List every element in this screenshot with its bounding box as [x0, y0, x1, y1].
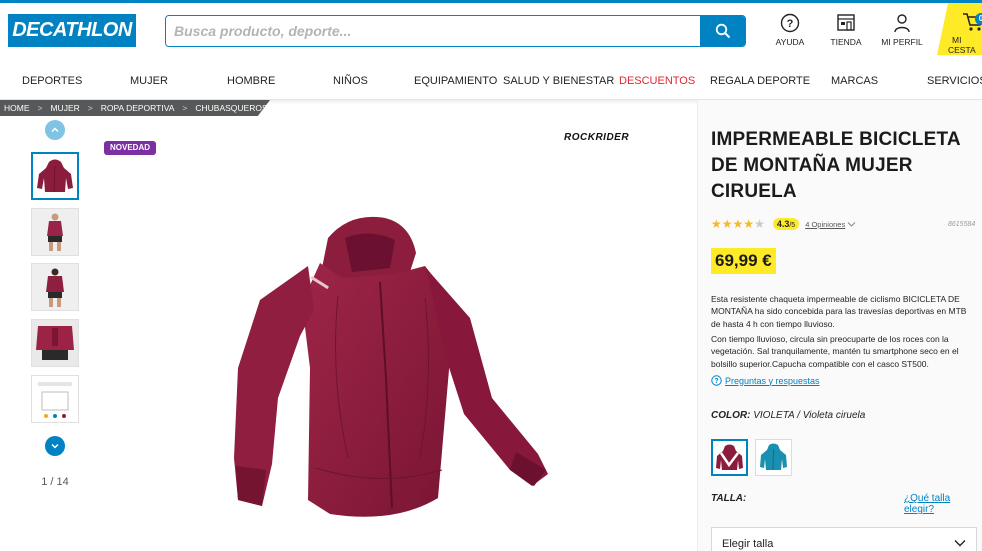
color-line: COLOR: VIOLETA / Violeta ciruela [711, 410, 865, 421]
nav-item-equipamiento[interactable]: EQUIPAMIENTO [414, 75, 497, 87]
size-guide-link[interactable]: ¿Qué talla elegir? [904, 493, 982, 515]
qa-link[interactable]: ? Preguntas y respuestas [711, 375, 820, 386]
rating-badge: 4.3/5 [772, 218, 800, 230]
search-button[interactable] [700, 16, 745, 46]
thumbnail-2[interactable] [31, 208, 79, 256]
cart-count-badge: 0 [975, 13, 982, 25]
profile-label: MI PERFIL [881, 37, 923, 47]
tech-diagram-thumb-image [32, 376, 78, 422]
chevron-up-icon [51, 127, 59, 133]
profile-link[interactable]: MI PERFIL [872, 13, 932, 47]
rating-value: 4.3 [776, 219, 790, 229]
plum-jacket-swatch-image [713, 441, 746, 474]
model-front-thumb-image [32, 209, 78, 255]
breadcrumb-home[interactable]: HOME [4, 103, 30, 113]
chevron-down-icon [954, 540, 966, 547]
qa-link-label: Preguntas y respuestas [725, 375, 820, 386]
breadcrumb-mujer[interactable]: MUJER [50, 103, 79, 113]
opinions-link[interactable]: 4 Opiniones [805, 220, 845, 229]
search-input[interactable] [166, 16, 700, 46]
cart-label: MI CESTA [948, 35, 976, 55]
star-partial-icon: ★ [754, 217, 765, 231]
store-label: TIENDA [830, 37, 862, 47]
model-closeup-thumb-image [32, 320, 78, 366]
thumbnail-5[interactable] [31, 375, 79, 423]
blue-jacket-swatch-image [756, 440, 791, 475]
thumbs-up-button[interactable] [45, 120, 65, 140]
top-accent-line [0, 0, 982, 3]
thumbs-down-button[interactable] [45, 436, 65, 456]
size-select[interactable]: Elegir talla [711, 527, 977, 551]
jacket-thumb-image [33, 154, 77, 198]
star-full-icon: ★ [732, 217, 744, 231]
question-circle-icon: ? [711, 375, 722, 386]
nav-item-salud[interactable]: SALUD Y BIENESTAR [503, 75, 614, 87]
color-swatch-azul[interactable] [755, 439, 792, 476]
product-description-2: Con tiempo lluvioso, circula sin preocup… [711, 334, 959, 369]
nav-item-servicios[interactable]: SERVICIOS [927, 75, 982, 87]
nav-item-marcas[interactable]: MARCAS [831, 75, 878, 87]
color-swatch-violeta[interactable] [711, 439, 748, 476]
rating-summary[interactable]: ★ ★ ★ ★ ★ 4.3/5 4 Opiniones [711, 218, 856, 230]
thumbnail-4[interactable] [31, 319, 79, 367]
brand-logo: ROCKRIDER [564, 132, 630, 143]
thumbnail-3[interactable] [31, 263, 79, 311]
model-back-thumb-image [32, 264, 78, 310]
nav-item-ninos[interactable]: NIÑOS [333, 75, 368, 87]
rating-scale: /5 [789, 222, 796, 229]
main-nav: DEPORTES MUJER HOMBRE NIÑOS EQUIPAMIENTO… [0, 66, 982, 100]
nav-item-hombre[interactable]: HOMBRE [227, 75, 275, 87]
product-main-image[interactable] [220, 208, 560, 548]
help-icon: ? [780, 13, 800, 33]
decathlon-logo[interactable]: DECATHLON [8, 14, 136, 47]
svg-text:?: ? [787, 18, 794, 30]
breadcrumb-separator: > [182, 103, 188, 113]
size-select-value: Elegir talla [722, 538, 774, 550]
user-icon [894, 14, 910, 33]
store-link[interactable]: TIENDA [816, 13, 876, 47]
chevron-down-icon [847, 221, 856, 227]
nav-item-descuentos[interactable]: DESCUENTOS [619, 75, 695, 87]
thumbnail-1[interactable] [31, 152, 79, 200]
color-value: VIOLETA / Violeta ciruela [753, 410, 866, 421]
breadcrumb-separator: > [87, 103, 93, 113]
breadcrumb-ropa[interactable]: ROPA DEPORTIVA [101, 103, 175, 113]
svg-text:?: ? [714, 378, 718, 385]
star-full-icon: ★ [721, 217, 733, 231]
nav-item-mujer[interactable]: MUJER [130, 75, 168, 87]
product-reference: 8615584 [948, 221, 976, 228]
star-full-icon: ★ [711, 217, 722, 231]
breadcrumb-chubasqueros[interactable]: CHUBASQUEROS [195, 103, 267, 113]
star-full-icon: ★ [743, 217, 755, 231]
product-title: IMPERMEABLE BICICLETA DE MONTAÑA MUJER C… [711, 129, 961, 202]
chevron-down-icon [51, 443, 59, 449]
help-label: AYUDA [775, 37, 805, 47]
gallery-pager: 1 / 14 [41, 476, 69, 488]
nav-item-regala[interactable]: REGALA DEPORTE [710, 75, 810, 87]
search-bar [165, 15, 746, 47]
store-icon [837, 14, 855, 31]
nav-item-deportes[interactable]: DEPORTES [22, 75, 82, 87]
new-badge: NOVEDAD [104, 141, 157, 155]
search-icon [715, 23, 730, 39]
help-link[interactable]: ? AYUDA [760, 13, 820, 47]
size-label: TALLA: [711, 493, 747, 504]
breadcrumb: HOME > MUJER > ROPA DEPORTIVA > CHUBASQU… [0, 100, 270, 116]
product-description-1: Esta resistente chaqueta impermeable de … [711, 294, 967, 329]
color-label: COLOR: [711, 410, 751, 421]
product-price: 69,99 € [711, 248, 776, 274]
breadcrumb-separator: > [37, 103, 43, 113]
